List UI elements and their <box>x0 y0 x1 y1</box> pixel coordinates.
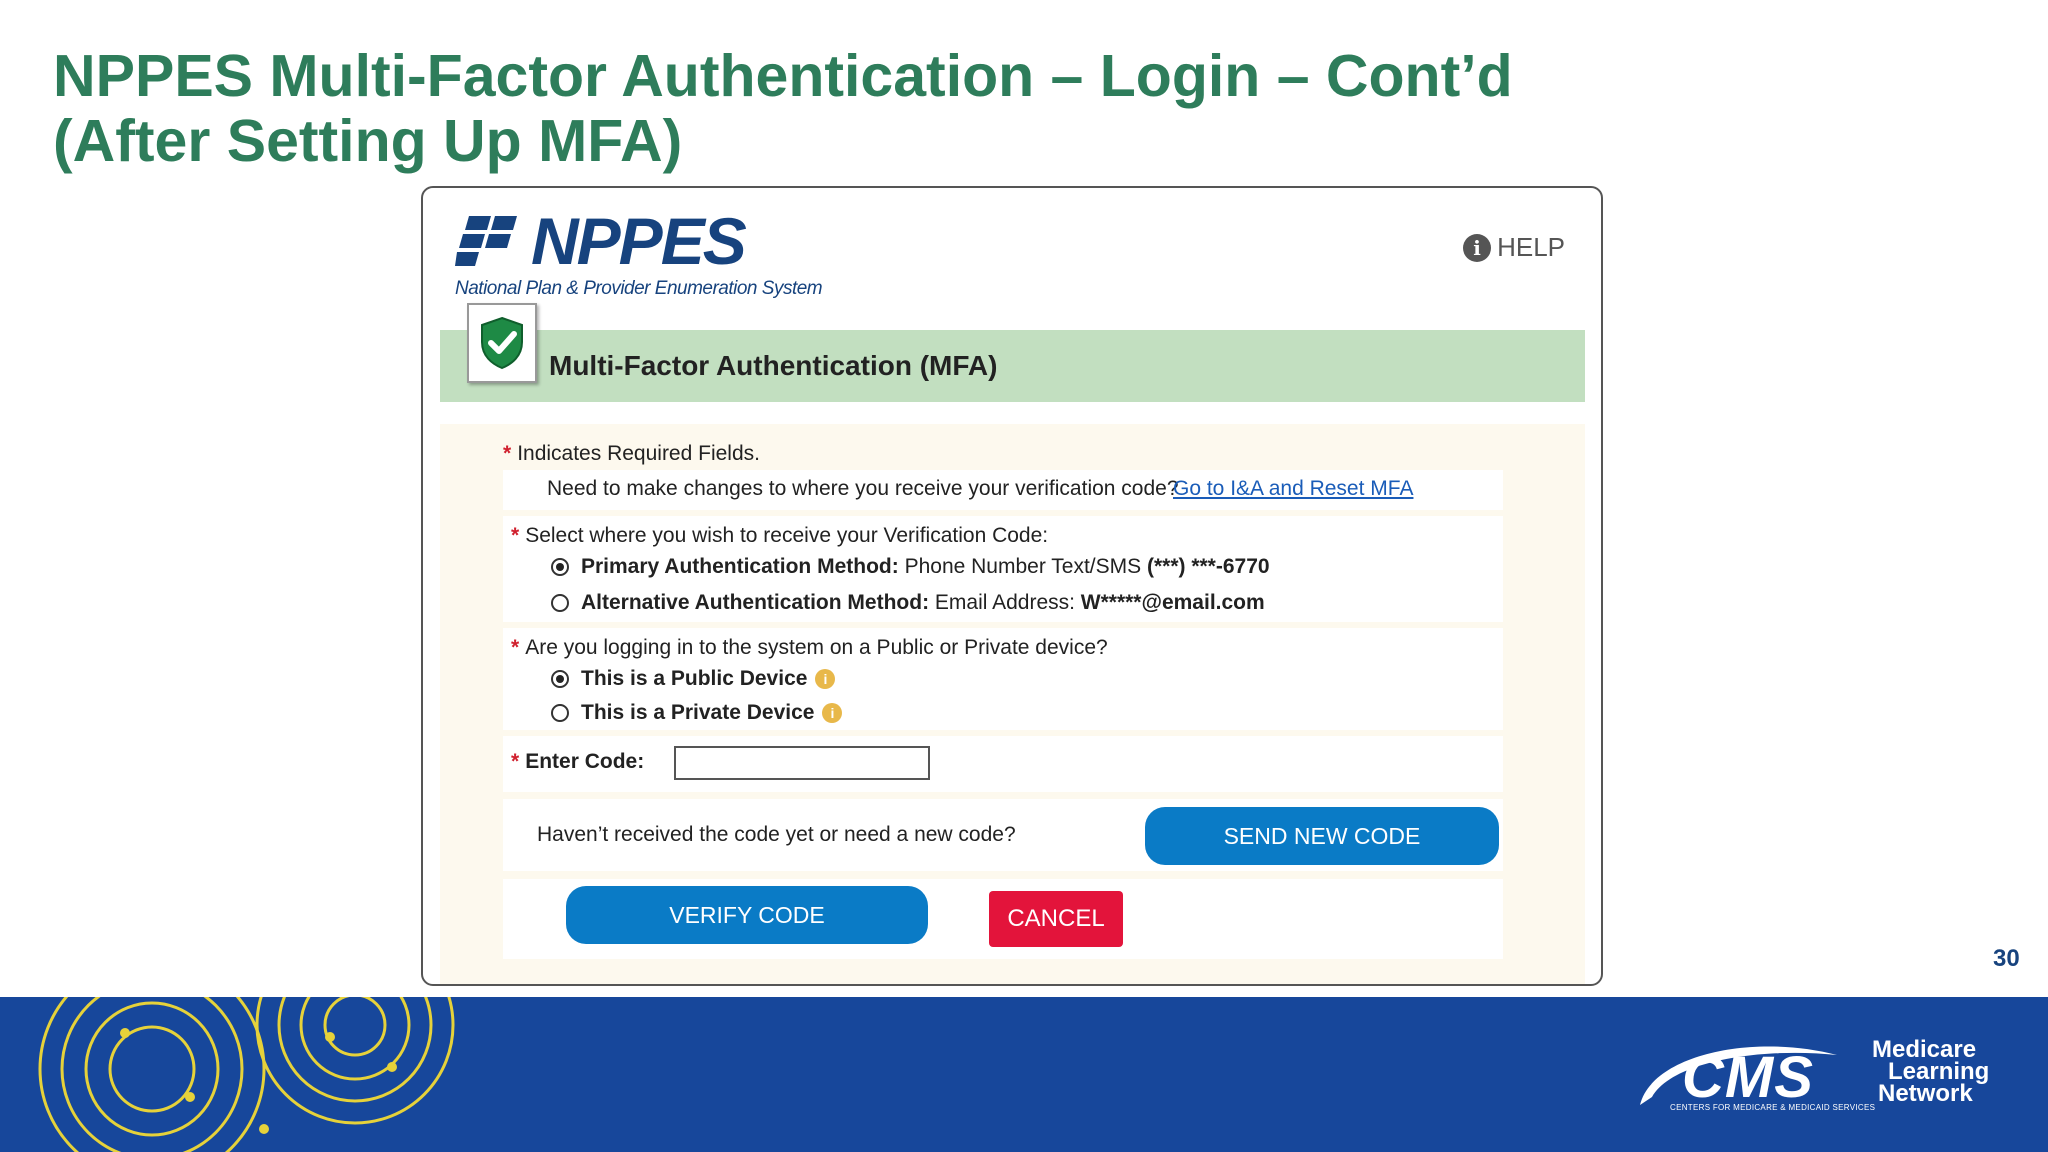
primary-method-label: Primary Authentication Method: <box>581 555 899 578</box>
private-device-radio[interactable] <box>551 704 569 722</box>
device-question: * Are you logging in to the system on a P… <box>511 636 1108 660</box>
decorative-circles-icon <box>38 997 455 1152</box>
slide-title: NPPES Multi-Factor Authentication – Logi… <box>53 44 1513 174</box>
info-circle-icon: i <box>1463 233 1492 262</box>
primary-method-value: (***) ***-6770 <box>1146 555 1270 578</box>
private-device-label: This is a Private Device <box>581 701 815 724</box>
alternative-method-label: Alternative Authentication Method: <box>581 591 930 614</box>
changes-question: Need to make changes to where you receiv… <box>547 477 1179 500</box>
enter-code-input[interactable] <box>674 746 930 780</box>
device-type-group: * Are you logging in to the system on a P… <box>503 628 1503 730</box>
primary-method-radio[interactable] <box>551 558 569 576</box>
slide-footer: CMS CENTERS FOR MEDICARE & MEDICAID SERV… <box>0 997 2048 1152</box>
alternative-method-radio[interactable] <box>551 594 569 612</box>
public-device-radio[interactable] <box>551 670 569 688</box>
mfa-title: Multi-Factor Authentication (MFA) <box>549 350 998 381</box>
private-device-option: This is a Private Device i <box>581 701 843 725</box>
public-device-label: This is a Public Device <box>581 667 808 690</box>
enter-code-label: * Enter Code: <box>511 750 644 774</box>
device-question-text: Are you logging in to the system on a Pu… <box>525 636 1108 659</box>
enter-code-label-text: Enter Code: <box>525 750 645 773</box>
nppes-mfa-screenshot: NPPES National Plan & Provider Enumerati… <box>421 186 1603 986</box>
resend-question: Haven’t received the code yet or need a … <box>537 823 1016 846</box>
delivery-method-group: * Select where you wish to receive your V… <box>503 516 1503 622</box>
shield-badge <box>467 303 537 383</box>
slide-title-line1: NPPES Multi-Factor Authentication – Logi… <box>53 43 1513 109</box>
delivery-question: * Select where you wish to receive your V… <box>511 524 1048 548</box>
enter-code-row: * Enter Code: <box>503 736 1503 792</box>
cms-logo-text: CMS <box>1682 1045 1814 1110</box>
action-row: VERIFY CODE CANCEL <box>503 879 1503 959</box>
required-marker: * <box>503 442 512 465</box>
help-label: HELP <box>1497 232 1565 262</box>
slide-title-line2: (After Setting Up MFA) <box>53 108 683 174</box>
shield-check-icon <box>481 316 523 370</box>
reset-mfa-row: Need to make changes to where you receiv… <box>503 470 1503 510</box>
cms-logo-subtitle: CENTERS FOR MEDICARE & MEDICAID SERVICES <box>1670 1103 1876 1112</box>
alternative-method-option: Alternative Authentication Method: Email… <box>581 591 1265 615</box>
page-number: 30 <box>1993 945 2020 972</box>
nppes-logo-mark-icon <box>455 216 517 266</box>
primary-method-option: Primary Authentication Method: Phone Num… <box>581 555 1270 579</box>
delivery-question-text: Select where you wish to receive your Ve… <box>525 524 1049 547</box>
primary-method-detail: Phone Number Text/SMS <box>898 555 1147 578</box>
info-dot-icon[interactable]: i <box>815 669 836 690</box>
public-device-option: This is a Public Device i <box>581 667 836 691</box>
alternative-method-detail: Email Address: <box>929 591 1081 614</box>
required-marker: * <box>511 636 520 659</box>
mln-line3: Network <box>1878 1080 1973 1107</box>
nppes-logo-text: NPPES <box>531 204 747 278</box>
alternative-method-value: W*****@email.com <box>1080 591 1265 614</box>
required-marker: * <box>511 524 520 547</box>
required-marker: * <box>511 750 520 773</box>
send-new-code-button[interactable]: SEND NEW CODE <box>1145 807 1499 865</box>
mln-logo: Medicare Learning Network <box>1872 1038 1989 1107</box>
nppes-logo: NPPES National Plan & Provider Enumerati… <box>455 204 823 300</box>
verify-code-button[interactable]: VERIFY CODE <box>566 886 928 944</box>
help-link[interactable]: i HELP <box>1463 232 1565 263</box>
cancel-button[interactable]: CANCEL <box>989 891 1123 947</box>
required-note-text: Indicates Required Fields. <box>517 442 760 465</box>
reset-mfa-link[interactable]: Go to I&A and Reset MFA <box>1173 477 1413 501</box>
info-dot-icon[interactable]: i <box>822 703 843 724</box>
required-note: * Indicates Required Fields. <box>503 442 760 466</box>
mfa-form: * Indicates Required Fields. Need to make… <box>440 424 1585 984</box>
resend-code-row: Haven’t received the code yet or need a … <box>503 799 1503 871</box>
nppes-logo-subtitle: National Plan & Provider Enumeration Sys… <box>455 278 823 299</box>
